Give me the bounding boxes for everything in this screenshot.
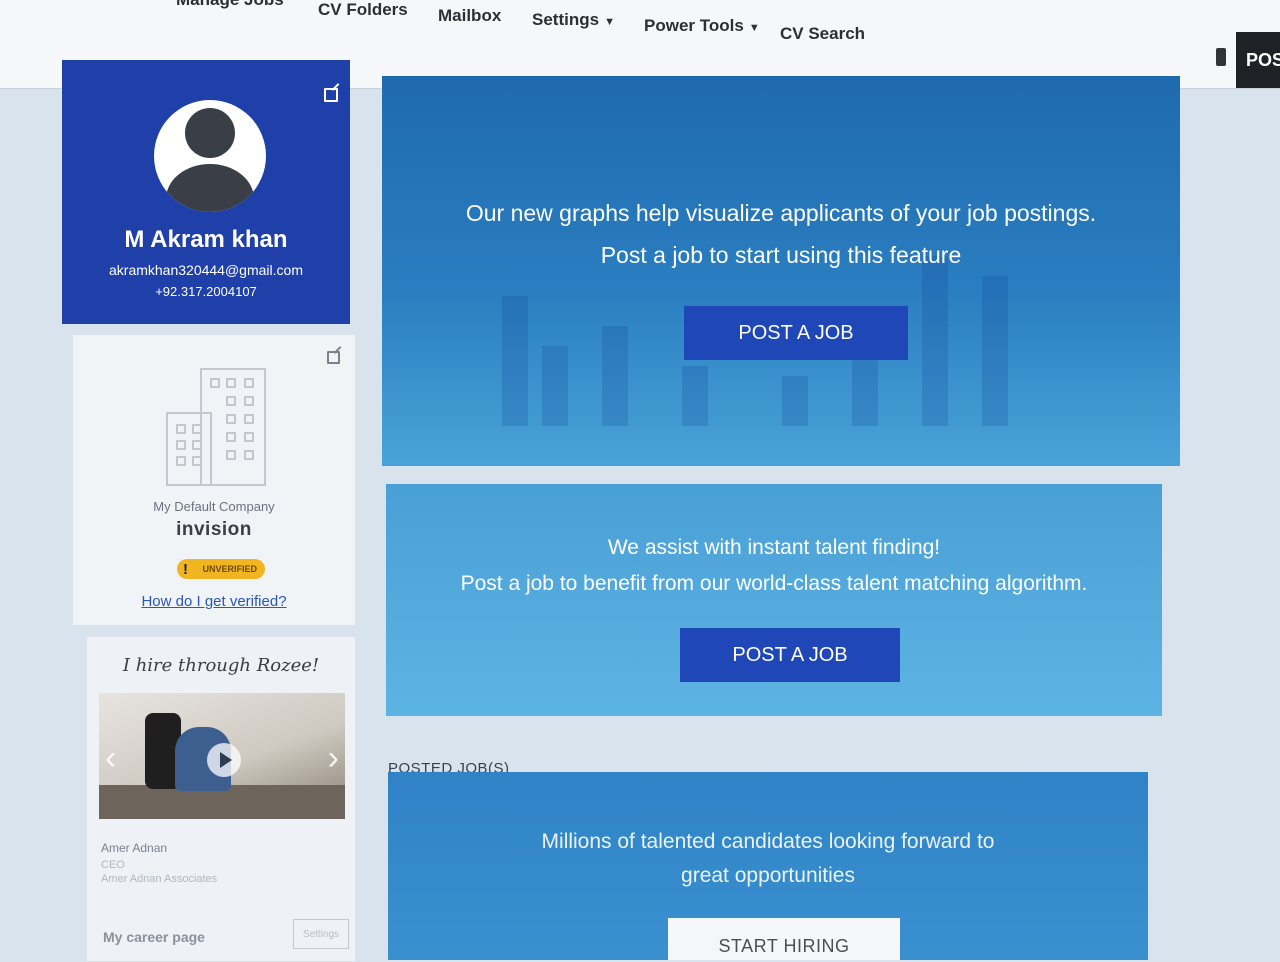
building-icon <box>166 368 266 486</box>
career-page-label: My career page <box>103 929 205 945</box>
testimonial-title: I hire through Rozee! <box>122 655 320 676</box>
nav-cv-folders-label: CV Folders <box>318 0 408 19</box>
chart-ghost-bar <box>982 276 1008 426</box>
avatar-head <box>185 108 235 158</box>
nav-mailbox[interactable]: Mailbox <box>438 6 501 26</box>
nav-mailbox-label: Mailbox <box>438 6 502 25</box>
nav-manage-jobs-label: Manage Jobs <box>176 0 284 9</box>
talent-banner-line2: Post a job to benefit from our world-cla… <box>460 572 1088 595</box>
chevron-left-icon[interactable]: ‹ <box>105 739 116 778</box>
testimonial-person-company: Amer Adnan Associates <box>101 873 218 885</box>
talent-banner-line1: We assist with instant talent finding! <box>607 536 941 559</box>
status-badge-label: UNVERIFIED <box>202 564 257 574</box>
video-thumbnail[interactable]: ‹ › <box>99 693 345 819</box>
avatar <box>154 100 266 212</box>
edit-company-icon[interactable] <box>327 351 340 364</box>
hiring-banner-line2: great opportunities <box>681 864 855 887</box>
graphs-banner: Our new graphs help visualize applicants… <box>382 76 1180 466</box>
chevron-right-icon[interactable]: › <box>328 739 339 778</box>
edit-profile-icon[interactable] <box>324 88 338 102</box>
avatar-body <box>166 164 254 212</box>
nav-settings-label: Settings <box>532 10 600 29</box>
nav-manage-jobs[interactable]: Manage Jobs <box>176 0 284 10</box>
nav-cv-search-label: CV Search <box>780 24 866 43</box>
chart-ghost-bar <box>542 346 568 426</box>
nav-cv-folders[interactable]: CV Folders <box>318 0 408 20</box>
company-card: My Default Company invision ! UNVERIFIED… <box>72 334 356 626</box>
post-job-button[interactable]: POST A JOB <box>684 306 908 360</box>
play-icon[interactable] <box>207 743 241 777</box>
chart-ghost-bar <box>782 376 808 426</box>
hiring-banner-line1: Millions of talented candidates looking … <box>541 830 995 853</box>
testimonial-card: I hire through Rozee! ‹ › Amer Adnan CEO… <box>86 636 356 962</box>
profile-name: M Akram khan <box>124 226 288 253</box>
phone-icon <box>1216 48 1226 66</box>
testimonial-person-name: Amer Adnan <box>101 841 168 855</box>
hiring-banner: Millions of talented candidates looking … <box>388 772 1148 960</box>
post-job-top-button[interactable]: POS <box>1236 32 1280 88</box>
company-name: invision <box>176 519 252 540</box>
chart-ghost-bar <box>922 256 948 426</box>
career-settings-button[interactable]: Settings <box>293 919 349 949</box>
nav-cv-search[interactable]: CV Search <box>780 24 865 44</box>
warning-icon: ! <box>183 561 188 578</box>
talent-banner: We assist with instant talent finding! P… <box>386 484 1162 716</box>
post-job-button-secondary[interactable]: POST A JOB <box>680 628 900 682</box>
start-hiring-button[interactable]: START HIRING <box>668 918 900 960</box>
post-job-top-label: POS <box>1246 50 1280 70</box>
chevron-down-icon: ▼ <box>604 16 615 28</box>
status-badge: ! UNVERIFIED <box>177 559 265 579</box>
graphs-banner-line2: Post a job to start using this feature <box>600 242 962 268</box>
chevron-down-icon: ▼ <box>748 22 760 34</box>
nav-power-tools[interactable]: Power Tools ▼ <box>644 16 760 36</box>
profile-card: M Akram khan akramkhan320444@gmail.com +… <box>62 60 350 324</box>
testimonial-person-role: CEO <box>101 859 125 871</box>
profile-email: akramkhan320444@gmail.com <box>109 262 303 278</box>
graphs-banner-line1: Our new graphs help visualize applicants… <box>465 200 1097 226</box>
verify-link[interactable]: How do I get verified? <box>73 593 355 610</box>
company-label: My Default Company <box>153 499 275 514</box>
nav-power-tools-label: Power Tools <box>644 16 744 35</box>
nav-settings[interactable]: Settings ▼ <box>532 10 615 30</box>
chart-ghost-bar <box>682 366 708 426</box>
profile-phone: +92.317.2004107 <box>155 284 257 299</box>
chart-ghost-bar <box>602 326 628 426</box>
chart-ghost-bar <box>502 296 528 426</box>
